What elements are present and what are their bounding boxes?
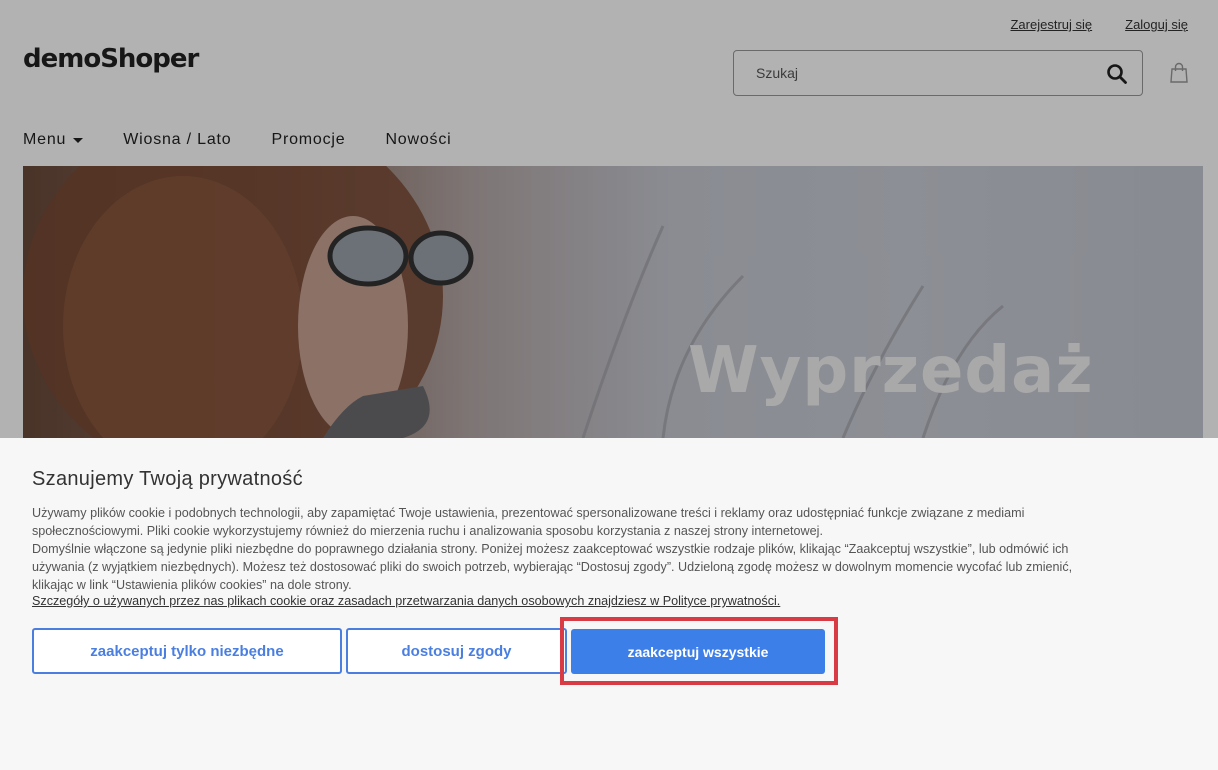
accept-all-button[interactable]: zaakceptuj wszystkie <box>571 629 825 674</box>
customize-consents-button[interactable]: dostosuj zgody <box>346 628 567 674</box>
cookie-banner-text: Używamy plików cookie i podobnych techno… <box>32 504 1112 594</box>
cookie-paragraph-1: Używamy plików cookie i podobnych techno… <box>32 506 1025 538</box>
modal-overlay <box>0 0 1218 438</box>
cookie-consent-banner: Szanujemy Twoją prywatność Używamy plikó… <box>0 438 1218 770</box>
cookie-paragraph-2: Domyślnie włączone są jedynie pliki niez… <box>32 542 1073 592</box>
cookie-banner-title: Szanujemy Twoją prywatność <box>32 468 303 490</box>
page: Zarejestruj się Zaloguj się demoShoper M… <box>0 0 1218 770</box>
privacy-policy-link[interactable]: Szczegóły o używanych przez nas plikach … <box>32 594 780 608</box>
accept-necessary-button[interactable]: zaakceptuj tylko niezbędne <box>32 628 342 674</box>
